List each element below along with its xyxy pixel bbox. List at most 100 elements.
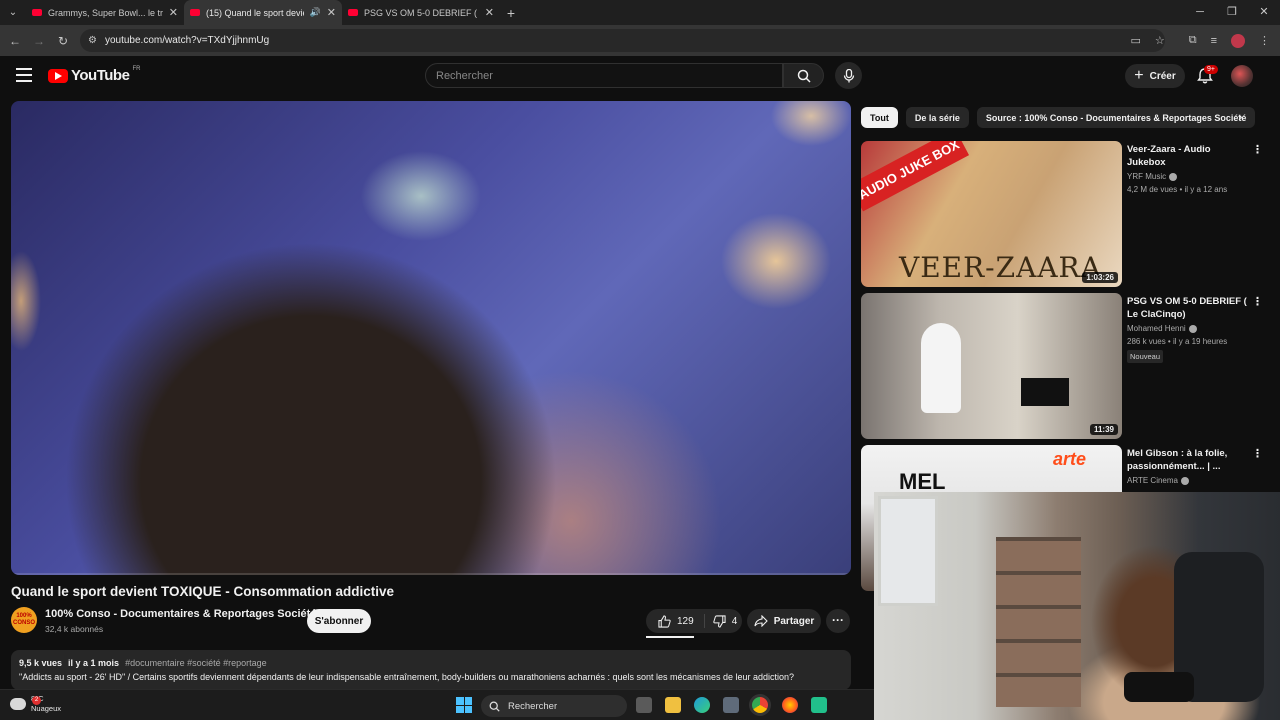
task-view-icon[interactable] — [636, 697, 652, 713]
channel-label: ARTE Cinema — [1127, 476, 1178, 485]
browser-menu-kebab-icon[interactable]: ⋮ — [1259, 34, 1270, 47]
store-icon[interactable] — [723, 697, 739, 713]
recommendation-channel[interactable]: Mohamed Henni — [1127, 324, 1247, 333]
search-input[interactable]: Rechercher — [425, 63, 783, 88]
recommendation-title[interactable]: Mel Gibson : à la folie, passionnément..… — [1127, 447, 1247, 473]
firefox-icon[interactable] — [782, 697, 798, 713]
tab-title: PSG VS OM 5-0 DEBRIEF ( Le Cl — [364, 7, 479, 18]
recommendation-menu-kebab-icon[interactable]: ⋮ — [1252, 295, 1263, 308]
like-ratio-bar — [646, 636, 694, 638]
tab-title: Grammys, Super Bowl... le triomphe — [48, 7, 163, 18]
windows-start-icon[interactable] — [456, 697, 472, 713]
video-thumbnail[interactable]: 11:39 — [861, 293, 1122, 439]
minimize-icon[interactable]: ─ — [1184, 0, 1216, 25]
like-dislike-group: 129 4 — [646, 609, 742, 633]
search-button[interactable] — [783, 63, 824, 88]
video-player[interactable] — [11, 101, 851, 575]
chip-all[interactable]: Tout — [861, 107, 898, 128]
create-label: Créer — [1149, 70, 1176, 82]
voice-search-button[interactable] — [835, 62, 862, 89]
search-placeholder: Rechercher — [436, 69, 493, 82]
edge-icon[interactable] — [694, 697, 710, 713]
bookmark-star-icon[interactable]: ☆ — [1155, 34, 1165, 47]
tab-grammys[interactable]: Grammys, Super Bowl... le triomphe ✕ — [26, 0, 184, 25]
subscriber-count: 32,4 k abonnés — [45, 624, 104, 634]
verified-check-icon — [1169, 172, 1178, 181]
recommendation-meta: 286 k vues • il y a 19 heures — [1127, 337, 1228, 346]
filter-chips: Tout De la série Source : 100% Conso - D… — [861, 107, 1261, 129]
verified-check-icon — [1180, 476, 1189, 485]
taskbar-search-label: Rechercher — [508, 700, 558, 712]
search-icon — [489, 701, 500, 712]
back-arrow-icon[interactable]: ← — [3, 34, 27, 48]
dislike-button[interactable]: 4 — [705, 614, 737, 628]
tab-psg-om[interactable]: PSG VS OM 5-0 DEBRIEF ( Le Cl ✕ — [342, 0, 500, 25]
youtube-logo[interactable]: YouTube FR — [48, 65, 141, 84]
close-tab-icon[interactable]: ✕ — [485, 6, 494, 19]
like-button[interactable]: 129 — [646, 614, 705, 628]
recommendation-title[interactable]: PSG VS OM 5-0 DEBRIEF ( Le ClaCinqo) — [1127, 295, 1247, 321]
more-actions-kebab-icon[interactable]: ··· — [826, 609, 850, 633]
progress-bar[interactable] — [11, 573, 851, 575]
close-window-icon[interactable]: ✕ — [1248, 0, 1280, 25]
chevron-right-icon[interactable]: › — [1238, 109, 1242, 124]
account-avatar[interactable] — [1231, 65, 1253, 87]
weather-widget[interactable]: 2 8°C Nuageux — [10, 694, 61, 714]
tab-title: (15) Quand le sport devient — [206, 7, 304, 18]
country-code: FR — [132, 65, 141, 72]
upload-age: il y a 1 mois — [68, 658, 120, 668]
url-field[interactable]: ⚙ youtube.com/watch?v=TXdYjjhnmUg — [80, 29, 1165, 52]
new-tab-plus-icon[interactable]: + — [500, 5, 522, 21]
webcam-overlay — [874, 492, 1280, 720]
youtube-favicon-icon — [190, 9, 200, 16]
taskbar-search[interactable]: Rechercher — [481, 695, 627, 717]
forward-arrow-icon[interactable]: → — [27, 34, 51, 48]
close-tab-icon[interactable]: ✕ — [327, 6, 336, 19]
recommendation-item[interactable]: 11:39 PSG VS OM 5-0 DEBRIEF ( Le ClaCinq… — [861, 293, 1271, 439]
url-text: youtube.com/watch?v=TXdYjjhnmUg — [104, 35, 270, 46]
recommendation-info: Veer-Zaara - Audio Jukebox YRF Music 4,2… — [1127, 143, 1247, 194]
webcam-microphone-shape — [1124, 672, 1194, 702]
extensions-puzzle-icon[interactable]: ⧉ — [1189, 34, 1197, 47]
chip-series[interactable]: De la série — [905, 107, 969, 128]
hashtags[interactable]: #documentaire #société #reportage — [125, 658, 267, 668]
maximize-icon[interactable]: ❐ — [1216, 0, 1248, 25]
microphone-icon — [843, 68, 854, 82]
reload-icon[interactable]: ↻ — [51, 34, 75, 48]
video-thumbnail[interactable]: AUDIO JUKE BOX VEER-ZAARA 1:03:26 — [861, 141, 1122, 287]
tab-search-chevron-icon[interactable]: ⌄ — [0, 0, 26, 25]
app-icon[interactable] — [811, 697, 827, 713]
channel-label: Mohamed Henni — [1127, 324, 1186, 333]
site-info-icon[interactable]: ⚙ — [88, 35, 97, 46]
description-text: "Addicts au sport - 26' HD" / Certains s… — [19, 672, 795, 682]
recommendation-title[interactable]: Veer-Zaara - Audio Jukebox — [1127, 143, 1247, 169]
close-tab-icon[interactable]: ✕ — [169, 6, 178, 19]
plus-icon: + — [1134, 67, 1144, 84]
browser-profile-avatar[interactable] — [1231, 33, 1245, 48]
chrome-icon[interactable] — [752, 697, 768, 713]
cast-icon[interactable]: ▭ — [1130, 34, 1140, 47]
share-button[interactable]: Partager — [747, 609, 821, 633]
recommendation-info: PSG VS OM 5-0 DEBRIEF ( Le ClaCinqo) Moh… — [1127, 295, 1247, 364]
hamburger-menu-icon[interactable] — [16, 68, 32, 82]
recommendation-channel[interactable]: YRF Music — [1127, 172, 1247, 181]
description-box[interactable]: 9,5 k vues il y a 1 mois #documentaire #… — [11, 650, 851, 690]
recommendation-menu-kebab-icon[interactable]: ⋮ — [1252, 143, 1263, 156]
recommendation-menu-kebab-icon[interactable]: ⋮ — [1252, 447, 1263, 460]
tab-current-video[interactable]: (15) Quand le sport devient 🔊 ✕ — [184, 0, 342, 25]
chip-source[interactable]: Source : 100% Conso - Documentaires & Re… — [976, 107, 1256, 128]
recommendation-channel[interactable]: ARTE Cinema — [1127, 476, 1247, 485]
cloud-icon — [10, 698, 26, 710]
channel-avatar[interactable]: 100% CONSO — [11, 607, 37, 633]
address-bar-row: ← → ↻ ⚙ youtube.com/watch?v=TXdYjjhnmUg … — [0, 25, 1280, 56]
view-count: 9,5 k vues — [19, 658, 63, 668]
create-button[interactable]: + Créer — [1125, 64, 1185, 88]
video-title: Quand le sport devient TOXIQUE - Consomm… — [11, 584, 395, 599]
media-control-icon[interactable]: ≡ — [1211, 35, 1217, 47]
file-explorer-icon[interactable] — [665, 697, 681, 713]
subscribe-button[interactable]: S'abonner — [307, 609, 371, 633]
channel-name[interactable]: 100% Conso - Documentaires & Reportages … — [45, 608, 316, 620]
recommendation-item[interactable]: AUDIO JUKE BOX VEER-ZAARA 1:03:26 Veer-Z… — [861, 141, 1271, 287]
speaker-icon[interactable]: 🔊 — [310, 7, 321, 18]
logo-wordmark: YouTube — [71, 67, 130, 84]
